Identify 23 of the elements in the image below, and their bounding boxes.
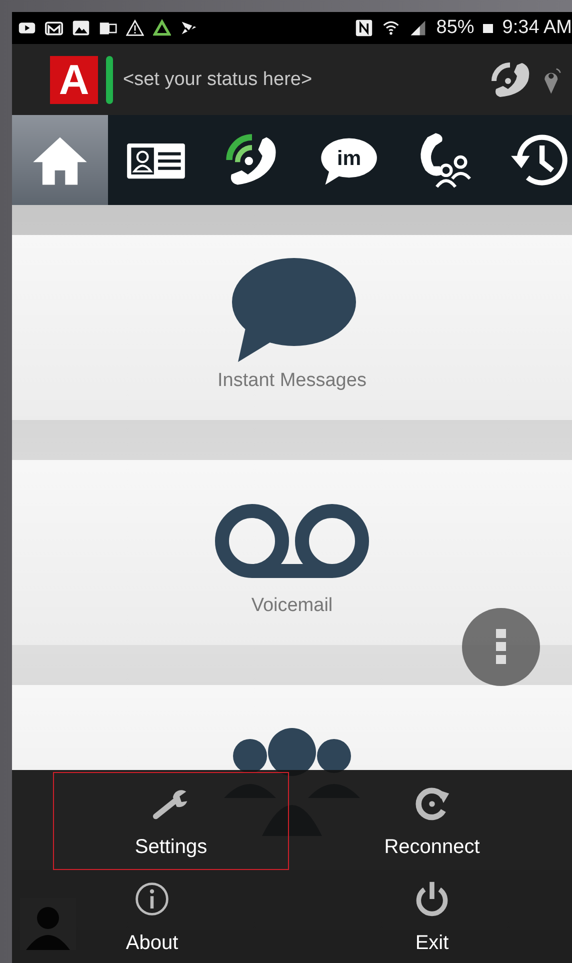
wifi-icon (382, 19, 400, 37)
menu-item[interactable]: Settings (53, 772, 289, 870)
battery-percentage: 85% (436, 17, 474, 39)
status-field[interactable]: <set your status here> (121, 68, 480, 92)
vertical-dots-icon (495, 629, 507, 665)
warning-icon (126, 19, 144, 37)
info-icon (133, 880, 171, 918)
menu-item[interactable]: About (12, 872, 292, 963)
presence-indicator (106, 56, 113, 104)
feature-tile[interactable]: Instant Messages (12, 235, 572, 420)
tile-label: Instant Messages (218, 370, 366, 392)
menu-item[interactable]: Exit (292, 872, 572, 963)
app-logo: A (50, 56, 98, 104)
tile-label: Voicemail (251, 595, 333, 617)
menu-item[interactable]: Reconnect (292, 770, 572, 872)
clock-time: 9:34 AM (502, 17, 572, 39)
feature-tile[interactable]: Voicemail (12, 460, 572, 645)
image-icon (72, 19, 90, 37)
signal-icon (409, 19, 428, 37)
nav-tab[interactable]: im (300, 115, 396, 205)
nfc-icon (355, 19, 374, 37)
triangle-icon (153, 19, 171, 37)
mail-icon (45, 19, 63, 37)
